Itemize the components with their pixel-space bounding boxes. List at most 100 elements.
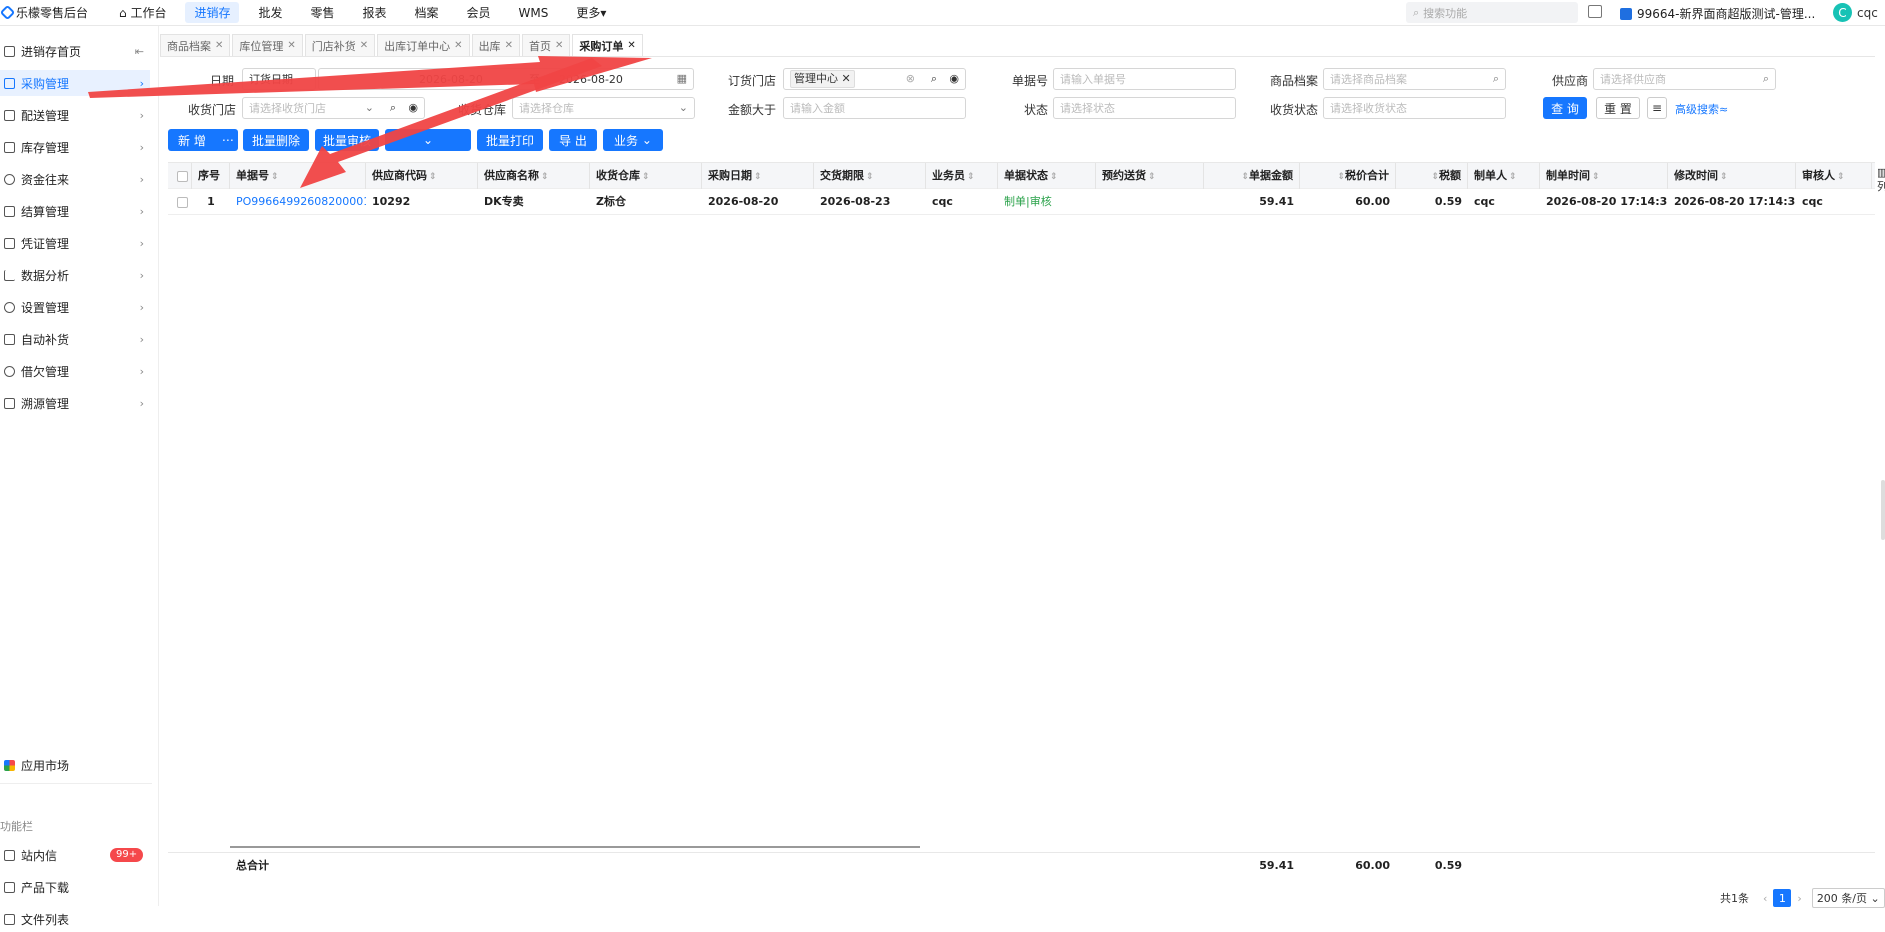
topnav-wholesale[interactable]: 批发 xyxy=(249,2,291,23)
tab-store-replenish[interactable]: 门店补货 ✕ xyxy=(304,34,376,56)
close-icon[interactable]: ✕ xyxy=(505,40,513,51)
topnav-report[interactable]: 报表 xyxy=(354,2,396,23)
close-icon[interactable]: ✕ xyxy=(360,40,368,51)
col-header[interactable]: 采购日期 ⇕ xyxy=(702,163,814,189)
goods-select[interactable]: 请选择商品档案 ⌕ xyxy=(1323,68,1506,90)
topnav-workbench[interactable]: ⌂ 工作台 xyxy=(110,2,175,23)
col-header[interactable]: ⇕单据金额 xyxy=(1204,163,1300,189)
sidebar-item-download[interactable]: 产品下载 xyxy=(0,874,150,900)
close-icon[interactable]: ✕ xyxy=(215,40,223,51)
amount-input[interactable]: 请输入金额 xyxy=(783,97,966,119)
tab-outbound-center[interactable]: 出库订单中心 ✕ xyxy=(377,34,470,56)
horizontal-scrollbar[interactable] xyxy=(230,846,920,848)
topnav-wms[interactable]: WMS xyxy=(510,4,558,22)
status-select[interactable]: 请选择状态 xyxy=(1053,97,1236,119)
topnav-inventory[interactable]: 进销存 xyxy=(185,2,240,23)
more-icon[interactable]: ⋯ xyxy=(222,133,234,147)
dropdown-button[interactable]: ⌄ xyxy=(385,129,471,151)
col-header[interactable]: 收货仓库 ⇕ xyxy=(590,163,702,189)
sidebar-item-voucher[interactable]: 凭证管理 › xyxy=(0,230,150,256)
date-range-picker[interactable]: 2026-08-20 至 2026-08-20 ▦ xyxy=(318,68,694,90)
sidebar-item-app-market[interactable]: 应用市场 xyxy=(0,752,150,778)
col-header[interactable]: 供应商代码 ⇕ xyxy=(366,163,478,189)
prev-page-button[interactable]: ‹ xyxy=(1763,892,1767,905)
topnav-retail[interactable]: 零售 xyxy=(301,2,343,23)
user-menu[interactable]: C cqc xyxy=(1833,3,1878,22)
tab-outbound[interactable]: 出库 ✕ xyxy=(471,34,520,56)
cell-doc-no-link[interactable]: PO99664992608200001 xyxy=(230,189,366,215)
sidebar-item-settlement[interactable]: 结算管理 › xyxy=(0,198,150,224)
clear-icon[interactable]: ⊗ xyxy=(906,72,915,85)
tab-goods-archive[interactable]: 商品档案 ✕ xyxy=(160,34,231,56)
app-logo[interactable]: 乐檬零售后台 xyxy=(0,4,110,21)
sidebar-item-stock[interactable]: 库存管理 › xyxy=(0,134,150,160)
table-row[interactable]: 1 PO99664992608200001 10292 DK专卖 Z标仓 202… xyxy=(168,189,1875,215)
eye-icon[interactable]: ◉ xyxy=(408,101,418,114)
printer-icon[interactable] xyxy=(1588,5,1602,18)
col-header[interactable]: 制单人 ⇕ xyxy=(1468,163,1540,189)
col-header[interactable]: 修改时间 ⇕ xyxy=(1668,163,1796,189)
reset-button[interactable]: 重 置 xyxy=(1596,97,1640,119)
tab-location-manage[interactable]: 库位管理 ✕ xyxy=(232,34,303,56)
sidebar-item-files[interactable]: 文件列表 xyxy=(0,906,150,932)
col-header[interactable]: ⇕税额 xyxy=(1396,163,1468,189)
batch-print-button[interactable]: 批量打印 xyxy=(477,129,543,151)
order-store-select[interactable]: 管理中心 ✕ ⊗ ⌕ ◉ xyxy=(783,68,966,90)
topnav-archive[interactable]: 档案 xyxy=(406,2,448,23)
batch-delete-button[interactable]: 批量删除 xyxy=(243,129,309,151)
tab-home[interactable]: 首页 ✕ xyxy=(521,34,571,56)
global-search-input[interactable]: ⌕ 搜索功能 xyxy=(1406,2,1578,23)
eye-icon[interactable]: ◉ xyxy=(949,72,959,85)
sidebar-item-debt[interactable]: 借欠管理 › xyxy=(0,358,150,384)
col-header[interactable]: 供应商名称 ⇕ xyxy=(478,163,590,189)
recv-store-select[interactable]: 请选择收货门店 ⌄ ⌕ ◉ xyxy=(242,97,425,119)
tab-purchase-order[interactable]: 采购订单 ✕ xyxy=(572,34,643,56)
page-size-select[interactable]: 200 条/页 ⌄ xyxy=(1811,888,1885,908)
collapse-icon[interactable]: ⇤ xyxy=(135,45,144,58)
sidebar-item-settings[interactable]: 设置管理 › xyxy=(0,294,150,320)
close-icon[interactable]: ✕ xyxy=(454,40,462,51)
advanced-search-link[interactable]: 高级搜索≈ xyxy=(1675,101,1728,117)
store-switcher[interactable]: 99664-新界面商超版测试-管理... xyxy=(1620,5,1815,22)
sidebar-item-purchase[interactable]: 采购管理 › xyxy=(0,70,150,96)
sidebar-item-inbox[interactable]: 站内信 99+ xyxy=(0,842,150,868)
query-button[interactable]: 查 询 xyxy=(1543,97,1587,119)
col-header[interactable]: 业务员 ⇕ xyxy=(926,163,998,189)
business-button[interactable]: 业务 ⌄ xyxy=(603,129,663,151)
vertical-scrollbar[interactable] xyxy=(1881,480,1885,540)
col-header[interactable]: 预约送货 ⇕ xyxy=(1096,163,1204,189)
next-page-button[interactable]: › xyxy=(1797,892,1801,905)
col-header[interactable]: 交货期限 ⇕ xyxy=(814,163,926,189)
sidebar-item-analytics[interactable]: 数据分析 › xyxy=(0,262,150,288)
column-settings-button[interactable]: ▥ 列 xyxy=(1877,166,1885,194)
close-icon[interactable]: ✕ xyxy=(627,40,635,51)
filter-settings-icon[interactable]: ≡ xyxy=(1647,97,1667,119)
sidebar-item-inventory-home[interactable]: 进销存首页 ⇤ xyxy=(0,38,150,64)
col-header[interactable]: 制单时间 ⇕ xyxy=(1540,163,1668,189)
col-header[interactable]: ⇕税价合计 xyxy=(1300,163,1396,189)
supplier-select[interactable]: 请选择供应商 ⌕ xyxy=(1593,68,1776,90)
search-icon[interactable]: ⌕ xyxy=(390,101,396,115)
date-type-select[interactable]: 订货日期 xyxy=(242,68,316,90)
recv-status-select[interactable]: 请选择收货状态 xyxy=(1323,97,1506,119)
add-button[interactable]: 新 增 ⋯ xyxy=(168,129,238,151)
doc-no-input[interactable]: 请输入单据号 xyxy=(1053,68,1236,90)
close-icon[interactable]: ✕ xyxy=(287,40,295,51)
sidebar-item-distribution[interactable]: 配送管理 › xyxy=(0,102,150,128)
topnav-member[interactable]: 会员 xyxy=(458,2,500,23)
col-header[interactable]: 单据号 ⇕ xyxy=(230,163,366,189)
page-1-button[interactable]: 1 xyxy=(1773,889,1792,907)
search-icon[interactable]: ⌕ xyxy=(1763,72,1769,86)
close-icon[interactable]: ✕ xyxy=(555,40,563,51)
search-icon[interactable]: ⌕ xyxy=(931,72,937,86)
search-icon[interactable]: ⌕ xyxy=(1493,72,1499,86)
select-all-checkbox[interactable] xyxy=(177,171,188,182)
topnav-more[interactable]: 更多▾ xyxy=(567,2,615,23)
sidebar-item-auto-replenish[interactable]: 自动补货 › xyxy=(0,326,150,352)
export-button[interactable]: 导 出 xyxy=(549,129,597,151)
recv-wh-select[interactable]: 请选择仓库 ⌄ xyxy=(512,97,695,119)
row-checkbox[interactable] xyxy=(177,197,188,208)
sidebar-item-funds[interactable]: 资金往来 › xyxy=(0,166,150,192)
sidebar-item-trace[interactable]: 溯源管理 › xyxy=(0,390,150,416)
col-header[interactable]: 单据状态 ⇕ xyxy=(998,163,1096,189)
